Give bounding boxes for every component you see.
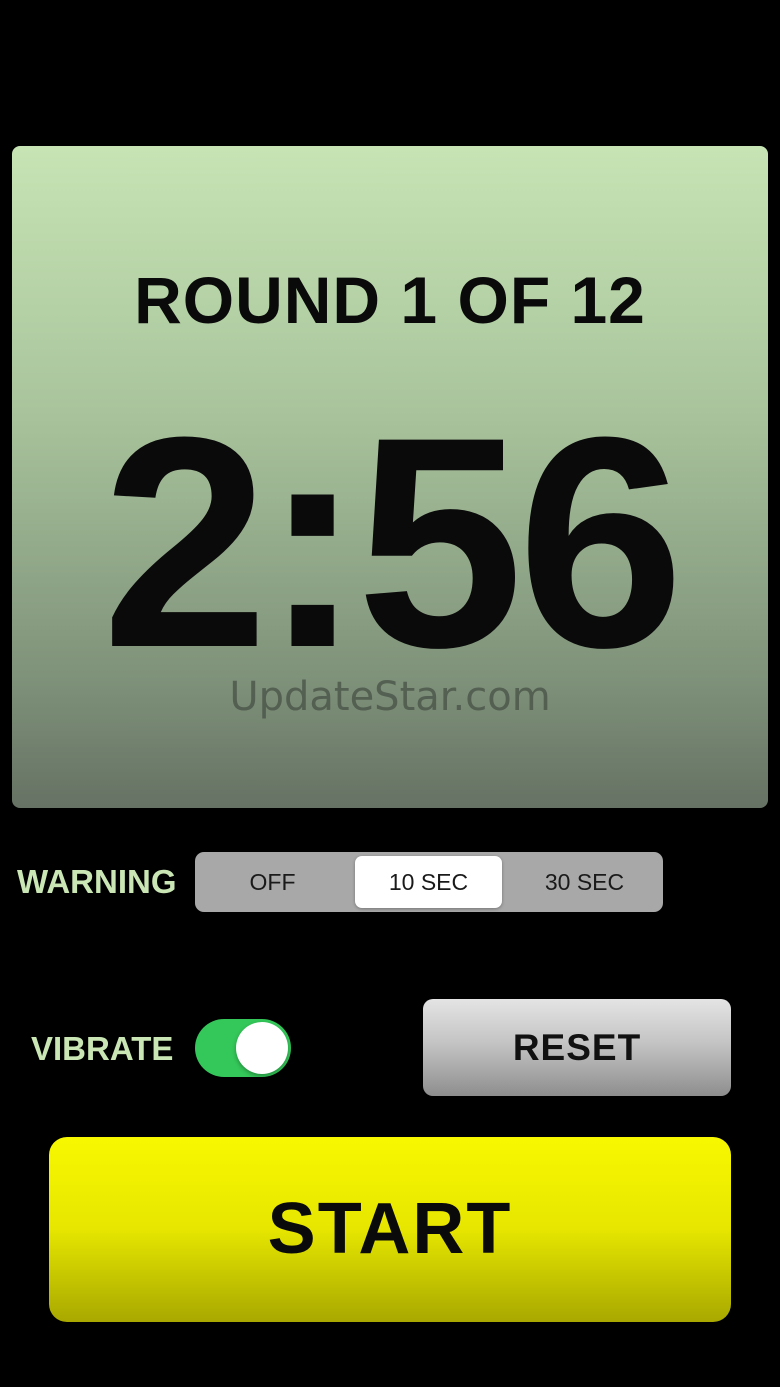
reset-button[interactable]: RESET [423,999,731,1096]
toggle-knob [236,1022,288,1074]
warning-option-10-sec[interactable]: 10 SEC [355,856,502,908]
warning-option-30-sec[interactable]: 30 SEC [511,856,658,908]
start-button[interactable]: START [49,1137,731,1322]
warning-segmented-control: OFF 10 SEC 30 SEC [195,852,663,912]
time-display: 2:56 [101,374,684,710]
vibrate-label: VIBRATE [31,1030,174,1067]
vibrate-toggle[interactable] [195,1019,291,1077]
warning-option-off[interactable]: OFF [199,856,346,908]
round-label: ROUND 1 OF 12 [134,263,646,337]
warning-label: WARNING [17,863,177,900]
watermark: UpdateStar.com [229,674,551,720]
